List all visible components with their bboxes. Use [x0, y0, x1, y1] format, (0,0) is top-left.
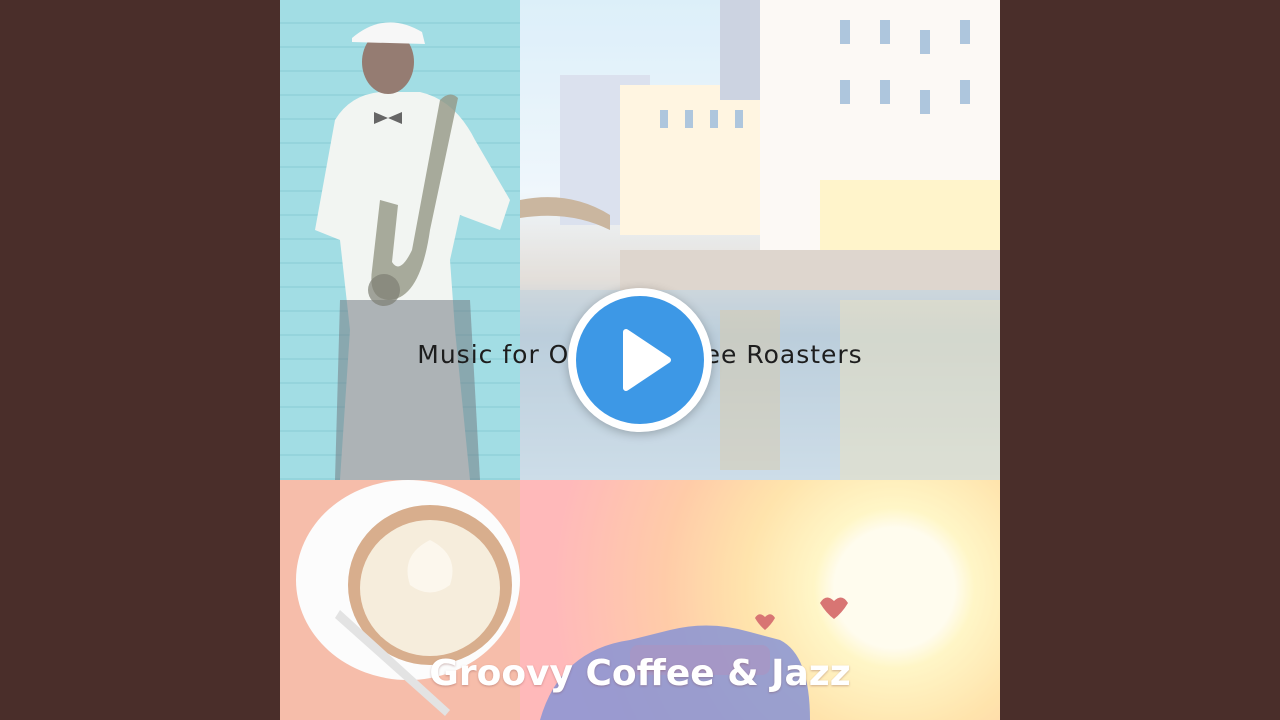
play-button-circle[interactable]: [576, 296, 704, 424]
play-icon: [623, 329, 671, 391]
play-button[interactable]: [568, 288, 712, 432]
album-title-start: Music for Or: [417, 340, 581, 369]
album-title-end: ee Roasters: [704, 340, 863, 369]
artist-name: Groovy Coffee & Jazz: [429, 653, 851, 694]
saxophonist-image: [280, 0, 520, 480]
